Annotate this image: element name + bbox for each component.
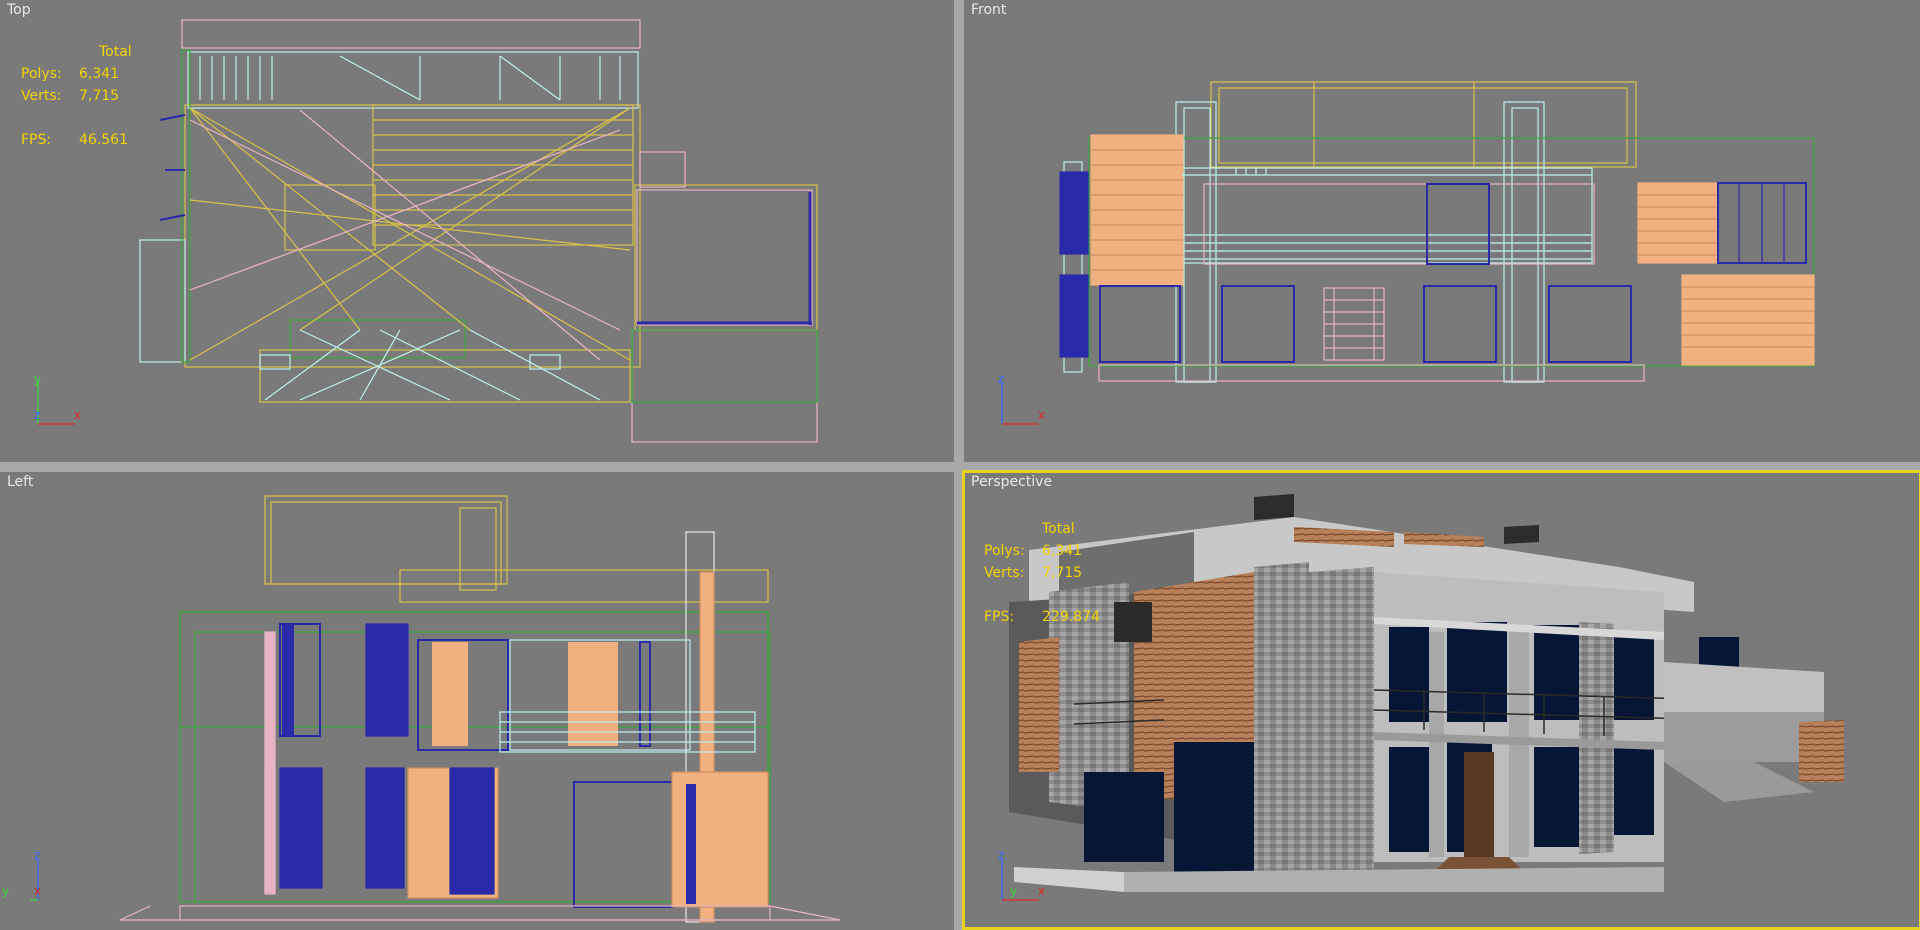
viewport-perspective[interactable]: Perspective Total Polys: 6,341 Verts: 7,71… — [964, 472, 1920, 930]
stats-verts-label: Verts: — [21, 88, 62, 104]
stats-polys-label: Polys: — [21, 66, 62, 82]
axis-x-label: x — [74, 408, 82, 422]
stats-polys-label: Polys: — [984, 543, 1025, 559]
axis-x-label: x — [1038, 408, 1046, 422]
axis-tripod: z y x — [2, 848, 90, 908]
axis-tripod: y x z — [30, 372, 90, 432]
viewport-label[interactable]: Front — [971, 2, 1006, 18]
axis-z-label: z — [34, 408, 41, 422]
stats-fps-label: FPS: — [21, 132, 52, 148]
stats-overlay: Total Polys: 6,341 Verts: 7,715 FPS: 46.561 — [21, 41, 132, 151]
viewport-top[interactable]: Top Total Polys: 6,341 Verts: 7,715 FPS: 46… — [0, 0, 954, 462]
stats-verts-value: 7,715 — [1042, 565, 1083, 581]
stats-polys-value: 6,341 — [79, 66, 120, 82]
stats-fps-label: FPS: — [984, 609, 1015, 625]
axis-tripod: z x y — [994, 848, 1054, 908]
perspective-render — [1009, 494, 1844, 892]
axis-z-label: z — [34, 848, 41, 862]
top-view-wireframe — [139, 19, 818, 443]
stats-polys-value: 6,341 — [1042, 543, 1083, 559]
stats-fps-value: 46.561 — [79, 132, 128, 148]
stats-total-label: Total — [99, 44, 132, 60]
axis-x-label: x — [1038, 884, 1046, 898]
left-view-wireframe — [119, 495, 841, 923]
axis-z-label: z — [998, 372, 1005, 386]
front-view-wireframe — [1059, 81, 1815, 383]
axis-y-label: y — [1010, 884, 1018, 898]
axis-y-label: y — [34, 372, 42, 386]
axis-y-label: y — [2, 884, 10, 898]
viewport-label[interactable]: Top — [7, 2, 31, 18]
axis-z-label: z — [998, 848, 1005, 862]
viewport-left[interactable]: Left z y x — [0, 472, 954, 930]
stats-overlay: Total Polys: 6,341 Verts: 7,715 FPS: 229.87… — [984, 518, 1100, 628]
viewport-label[interactable]: Left — [7, 474, 33, 490]
stats-total-label: Total — [1042, 521, 1075, 537]
stats-verts-value: 7,715 — [79, 88, 120, 104]
viewport-front[interactable]: Front z x — [964, 0, 1920, 462]
axis-tripod: z x — [994, 372, 1054, 432]
axis-x-label: x — [34, 884, 42, 898]
viewport-label[interactable]: Perspective — [971, 474, 1052, 490]
stats-fps-value: 229.874 — [1042, 609, 1100, 625]
stats-verts-label: Verts: — [984, 565, 1025, 581]
